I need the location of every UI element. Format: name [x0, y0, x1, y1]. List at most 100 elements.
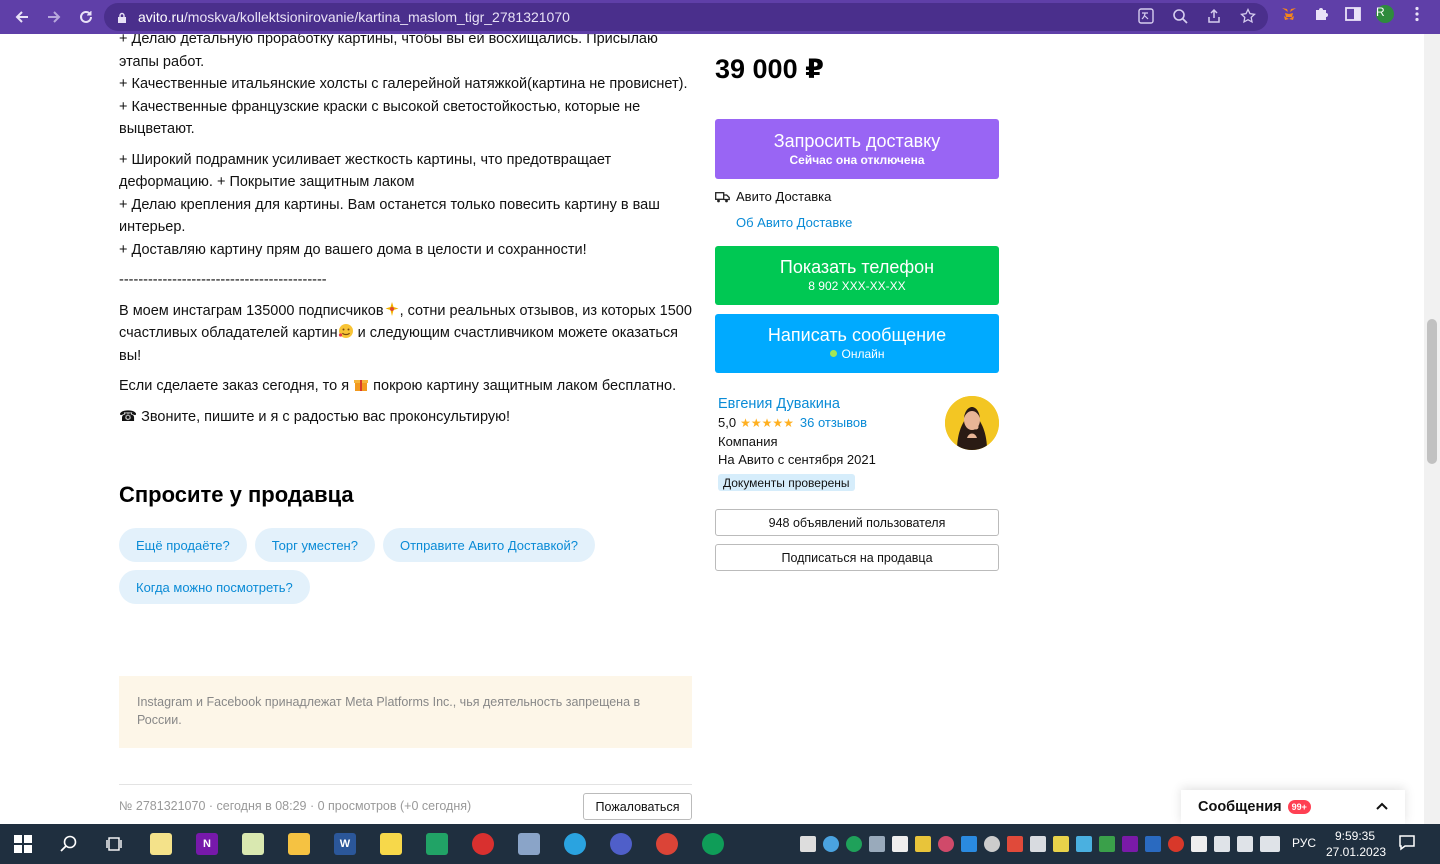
- avito-delivery-row: Авито Доставка: [715, 189, 831, 204]
- meta-notice: Instagram и Facebook принадлежат Meta Pl…: [119, 676, 692, 748]
- clock-time: 9:59:35: [1334, 829, 1376, 843]
- write-message-button[interactable]: Написать сообщение Онлайн: [715, 314, 999, 373]
- share-icon[interactable]: [1206, 8, 1222, 24]
- extensions-puzzle-icon[interactable]: [1312, 5, 1330, 23]
- language-indicator[interactable]: РУС: [1292, 836, 1316, 850]
- bookmark-star-icon[interactable]: [1240, 7, 1256, 24]
- complain-button[interactable]: Пожаловаться: [583, 793, 692, 820]
- ask-seller-title: Спросите у продавца: [119, 482, 354, 507]
- question-chip-still-selling[interactable]: Ещё продаёте?: [119, 528, 247, 562]
- listing-description: + Делаю детальную проработку картины, чт…: [119, 34, 693, 436]
- search-icon[interactable]: [46, 824, 92, 864]
- seller-type: Компания: [718, 434, 778, 449]
- chrome-icon[interactable]: [644, 824, 690, 864]
- onenote-icon[interactable]: N: [184, 824, 230, 864]
- online-dot-icon: [829, 350, 837, 357]
- tray-icon[interactable]: [892, 836, 908, 852]
- question-chip-when-view[interactable]: Когда можно посмотреть?: [119, 570, 310, 604]
- tray-icon[interactable]: [800, 836, 816, 852]
- tray-icon[interactable]: [961, 836, 977, 852]
- side-panel-icon[interactable]: [1344, 5, 1362, 23]
- tray-icon[interactable]: [869, 836, 885, 852]
- tray-icon[interactable]: [984, 836, 1000, 852]
- listing-meta: № 2781321070 · сегодня в 08:29 · 0 просм…: [119, 799, 472, 813]
- description-paragraph: В моем инстаграм 135000 подписчиков, сот…: [119, 301, 692, 364]
- tray-icon[interactable]: [1076, 836, 1092, 852]
- rating-value: 5,0: [718, 415, 737, 430]
- excel-icon[interactable]: [414, 824, 460, 864]
- question-chip-bargain[interactable]: Торг уместен?: [254, 528, 375, 562]
- tray-icon[interactable]: [1122, 836, 1138, 852]
- keyboard-icon[interactable]: [1260, 836, 1280, 852]
- tray-icon[interactable]: [938, 836, 954, 852]
- reload-icon[interactable]: [70, 1, 102, 33]
- tray-icon[interactable]: [1053, 836, 1069, 852]
- tray-icon[interactable]: [1030, 836, 1046, 852]
- telegram-icon[interactable]: [552, 824, 598, 864]
- show-phone-button[interactable]: Показать телефон 8 902 XXX-XX-XX: [715, 246, 999, 305]
- messages-panel[interactable]: Сообщения 99+: [1181, 790, 1405, 824]
- tray-icon[interactable]: [823, 836, 839, 852]
- notifications-icon[interactable]: [1398, 834, 1416, 852]
- metamask-extension-icon[interactable]: [1280, 5, 1298, 23]
- tray-icon[interactable]: [1168, 836, 1184, 852]
- file-explorer-icon[interactable]: [276, 824, 322, 864]
- ask-seller-chips: Ещё продаёте? Торг уместен? Отправите Ав…: [119, 528, 599, 604]
- question-chip-avito-delivery[interactable]: Отправите Авито Доставкой?: [382, 528, 596, 562]
- app-red-icon[interactable]: [460, 824, 506, 864]
- seller-since: На Авито с сентября 2021: [718, 452, 876, 467]
- menu-kebab-icon[interactable]: [1408, 5, 1426, 23]
- tray-icon[interactable]: [1145, 836, 1161, 852]
- description-paragraph: ☎ Звоните, пишите и я с радостью вас про…: [119, 408, 511, 425]
- rating-stars-icon: ★★★★★: [740, 415, 794, 430]
- reviews-link[interactable]: 36 отзывов: [800, 415, 867, 430]
- seller-name-link[interactable]: Евгения Дувакина: [718, 396, 840, 412]
- tray-icon[interactable]: [846, 836, 862, 852]
- seller-rating: 5,0 ★★★★★ 36 отзывов: [718, 415, 867, 430]
- messages-badge: 99+: [1287, 800, 1311, 814]
- chevron-up-icon[interactable]: [1375, 799, 1389, 813]
- taskbar: N W РУС 9:59:35 27.01.2023: [0, 824, 1440, 864]
- user-listings-button[interactable]: 948 объявлений пользователя: [715, 509, 999, 536]
- app-tool-icon[interactable]: [506, 824, 552, 864]
- avito-delivery-label: Авито Доставка: [736, 189, 832, 204]
- lock-icon: [116, 11, 128, 23]
- wifi-icon[interactable]: [1214, 836, 1230, 852]
- tray-icon[interactable]: [1099, 836, 1115, 852]
- forward-icon[interactable]: [38, 1, 70, 33]
- notes-app-icon[interactable]: [138, 824, 184, 864]
- volume-icon[interactable]: [1237, 836, 1253, 852]
- about-delivery-link[interactable]: Об Авито Доставке: [736, 215, 852, 230]
- address-bar[interactable]: avito.ru/moskva/kollektsionirovanie/kart…: [104, 3, 1268, 31]
- back-icon[interactable]: [6, 1, 38, 33]
- tray-icon[interactable]: [1007, 836, 1023, 852]
- tray-icon[interactable]: [915, 836, 931, 852]
- sparkle-emoji-icon: [384, 301, 400, 317]
- task-view-icon[interactable]: [92, 824, 138, 864]
- word-icon[interactable]: W: [322, 824, 368, 864]
- scrollbar-thumb[interactable]: [1427, 319, 1437, 464]
- seller-avatar[interactable]: [945, 396, 999, 450]
- subscribe-seller-button[interactable]: Подписаться на продавца: [715, 544, 999, 571]
- divider: [119, 784, 692, 785]
- sticky-notes-icon[interactable]: [368, 824, 414, 864]
- request-delivery-button[interactable]: Запросить доставку Сейчас она отключена: [715, 119, 999, 179]
- truck-icon: [715, 191, 730, 203]
- messages-title: Сообщения: [1198, 799, 1282, 815]
- clock-date: 27.01.2023: [1326, 845, 1387, 859]
- online-status: Онлайн: [829, 347, 884, 362]
- description-paragraph: + Делаю детальную проработку картины, чт…: [119, 34, 688, 137]
- description-separator: ----------------------------------------…: [119, 272, 327, 288]
- chart-app-icon[interactable]: [230, 824, 276, 864]
- page-content: + Делаю детальную проработку картины, чт…: [0, 34, 1424, 824]
- profile-avatar[interactable]: R: [1376, 5, 1394, 23]
- clock[interactable]: 9:59:35 27.01.2023: [1326, 828, 1387, 860]
- page-scrollbar[interactable]: [1424, 34, 1440, 824]
- zoom-icon[interactable]: [1172, 8, 1188, 24]
- chrome-profile-icon[interactable]: [690, 824, 736, 864]
- translate-icon[interactable]: [1138, 8, 1154, 24]
- tray-icon[interactable]: [1191, 836, 1207, 852]
- windows-start-icon[interactable]: [0, 824, 46, 864]
- app-blue-icon[interactable]: [598, 824, 644, 864]
- smiling-hearts-emoji-icon: [338, 323, 354, 339]
